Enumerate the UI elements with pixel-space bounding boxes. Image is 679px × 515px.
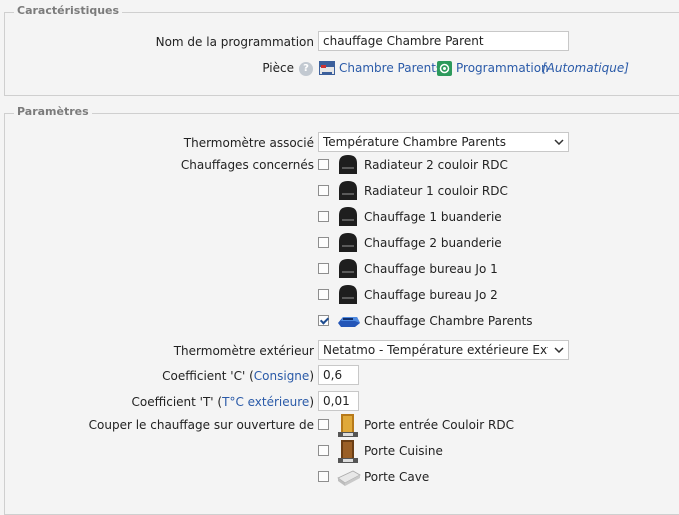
piece-label: Pièce [262, 61, 294, 75]
door-label: Porte Cave [364, 470, 430, 484]
heater-icon [337, 180, 359, 202]
name-input[interactable]: chauffage Chambre Parent [318, 31, 569, 51]
cut-label: Couper le chauffage sur ouverture de [88, 418, 314, 432]
door-checkbox[interactable] [318, 471, 329, 482]
characteristics-section: Caractéristiques [4, 4, 679, 96]
heater-icon [337, 284, 359, 306]
parameters-legend: Paramètres [14, 105, 92, 118]
heater-label: Chauffage 1 buanderie [364, 210, 502, 224]
room-link[interactable]: Chambre Parents [339, 61, 442, 75]
heater-label: Chauffage Chambre Parents [364, 314, 533, 328]
door-checkbox[interactable] [318, 419, 329, 430]
coef-c-label: Coefficient 'C' (Consigne) [162, 369, 314, 383]
thermo-label: Thermomètre associé [183, 136, 314, 150]
tc-exterieure-link[interactable]: T°C extérieure [222, 395, 309, 409]
door-label: Porte entrée Couloir RDC [364, 418, 514, 432]
program-link[interactable]: Programmation [456, 61, 549, 75]
door-sensor-icon [337, 440, 359, 463]
coef-t-label: Coefficient 'T' (T°C extérieure) [132, 395, 314, 409]
coef-c-suffix: ) [309, 369, 314, 383]
heater-checkbox[interactable] [318, 211, 329, 222]
heater-label: Chauffage bureau Jo 2 [364, 288, 498, 302]
heater-checkbox[interactable] [318, 237, 329, 248]
program-icon [437, 61, 452, 76]
program-mode: [Automatique] [542, 61, 629, 75]
door-label: Porte Cuisine [364, 444, 443, 458]
heater-checkbox[interactable] [318, 315, 329, 326]
coef-t-input[interactable]: 0,01 [318, 391, 359, 411]
heater-icon [337, 206, 359, 228]
thermo-select-value: Température Chambre Parents [323, 135, 507, 149]
heater-checkbox[interactable] [318, 289, 329, 300]
thermo-select[interactable]: Température Chambre Parents [318, 132, 569, 152]
ext-thermo-select[interactable]: Netatmo - Température extérieure Extér [318, 340, 569, 360]
heater-checkbox[interactable] [318, 185, 329, 196]
heater-label: Chauffage bureau Jo 1 [364, 262, 498, 276]
ext-thermo-select-value: Netatmo - Température extérieure Extér [323, 343, 548, 357]
heater-icon [337, 232, 359, 254]
heater-icon [337, 310, 360, 332]
coef-c-input[interactable]: 0,6 [318, 365, 359, 385]
heater-checkbox[interactable] [318, 263, 329, 274]
chevron-down-icon [550, 133, 568, 151]
coef-c-prefix: Coefficient 'C' ( [162, 369, 254, 383]
heater-icon [337, 154, 359, 176]
coef-t-prefix: Coefficient 'T' ( [131, 395, 223, 409]
contact-sensor-icon [337, 466, 361, 488]
heater-checkbox[interactable] [318, 159, 329, 170]
heater-label: Radiateur 1 couloir RDC [364, 184, 508, 198]
characteristics-legend: Caractéristiques [14, 4, 123, 17]
name-label: Nom de la programmation [155, 35, 314, 49]
door-sensor-icon [337, 414, 359, 437]
bed-icon [319, 61, 335, 75]
heater-label: Radiateur 2 couloir RDC [364, 158, 508, 172]
chevron-down-icon [550, 341, 568, 359]
ext-thermo-label: Thermomètre extérieur [173, 344, 314, 358]
help-icon[interactable]: ? [299, 62, 313, 76]
heater-label: Chauffage 2 buanderie [364, 236, 502, 250]
heater-icon [337, 258, 359, 280]
heaters-label: Chauffages concernés [180, 158, 314, 172]
consigne-link[interactable]: Consigne [254, 369, 310, 383]
coef-t-suffix: ) [309, 395, 314, 409]
door-checkbox[interactable] [318, 445, 329, 456]
